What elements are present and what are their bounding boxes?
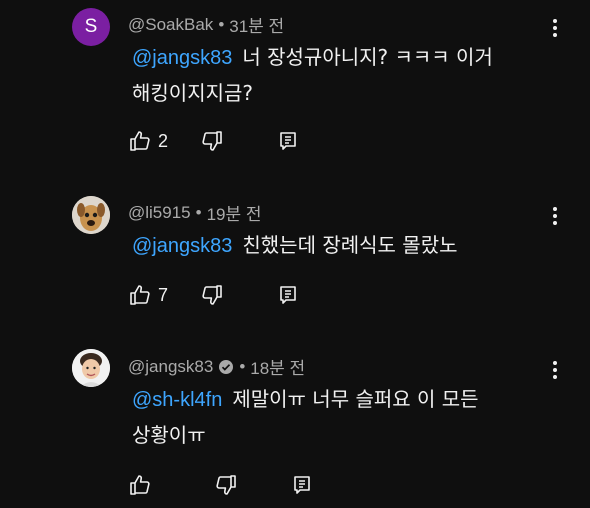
thumbs-down-icon [202, 131, 222, 151]
reply-icon [294, 476, 310, 494]
dog-avatar-icon [72, 196, 110, 234]
thumbs-down-icon [216, 475, 236, 495]
reply-icon [280, 132, 296, 150]
more-actions-button[interactable] [545, 14, 565, 42]
timestamp[interactable]: 19분 전 [207, 200, 262, 225]
avatar-letter: S [84, 16, 98, 37]
comment-actions: 7 [128, 280, 300, 310]
like-count: 7 [158, 284, 169, 305]
comment-actions [128, 470, 314, 500]
comment-header: @jangsk83 • 18분 전 [128, 354, 305, 379]
comment-text-line: 상황이ㅠ [132, 423, 206, 447]
comment-text: @sh-kl4fn 제말이ㅠ 너무 슬퍼요 이 모든 상황이ㅠ [132, 382, 552, 453]
mention-link[interactable]: @jangsk83 [132, 235, 232, 257]
thumbs-up-icon [130, 475, 150, 495]
like-button[interactable]: 2 [128, 129, 168, 153]
reply-icon [280, 286, 296, 304]
more-actions-button[interactable] [545, 356, 565, 384]
comment-text-line: 제말이ㅠ 너무 슬퍼요 이 모든 [232, 387, 479, 411]
thumbs-down-icon [202, 285, 222, 305]
reply-button[interactable] [276, 129, 300, 153]
dislike-button[interactable] [200, 129, 224, 153]
reply-button[interactable] [290, 473, 314, 497]
comment-text-line: 친했는데 장례식도 몰랐노 [242, 233, 458, 257]
separator-dot: • [218, 14, 225, 34]
timestamp[interactable]: 18분 전 [250, 354, 305, 379]
separator-dot: • [239, 356, 246, 376]
dislike-button[interactable] [214, 473, 238, 497]
comment-text-line: 해킹이지지금? [132, 81, 254, 105]
author-name[interactable]: @SoakBak [128, 15, 213, 35]
comment-text: @jangsk83 너 장성규아니지? ㅋㅋㅋ 이거 해킹이지지금? [132, 40, 552, 111]
like-button[interactable]: 7 [128, 283, 168, 307]
comment-actions: 2 [128, 126, 300, 156]
more-actions-button[interactable] [545, 202, 565, 230]
comment-text: @jangsk83 친했는데 장례식도 몰랐노 [132, 228, 552, 264]
kebab-menu-icon [553, 19, 557, 37]
avatar[interactable] [72, 196, 110, 234]
thumbs-up-icon [130, 131, 150, 151]
comment-header: @SoakBak • 31분 전 [128, 12, 284, 37]
kebab-menu-icon [553, 207, 557, 225]
verified-badge [218, 359, 234, 375]
timestamp[interactable]: 31분 전 [229, 12, 284, 37]
mention-link[interactable]: @jangsk83 [132, 47, 232, 69]
like-count: 2 [158, 130, 169, 151]
avatar[interactable] [72, 349, 110, 387]
mention-link[interactable]: @sh-kl4fn [132, 389, 222, 411]
separator-dot: • [195, 202, 202, 222]
comment-text-line: 너 장성규아니지? ㅋㅋㅋ 이거 [242, 45, 493, 69]
like-button[interactable] [128, 473, 158, 497]
dislike-button[interactable] [200, 283, 224, 307]
person-avatar-icon [72, 349, 110, 387]
verified-check-icon [219, 359, 234, 374]
thumbs-up-icon [130, 285, 150, 305]
avatar[interactable]: S [72, 8, 110, 46]
comment-header: @li5915 • 19분 전 [128, 200, 262, 225]
author-name[interactable]: @jangsk83 [128, 357, 213, 377]
reply-button[interactable] [276, 283, 300, 307]
author-name[interactable]: @li5915 [128, 203, 191, 223]
kebab-menu-icon [553, 361, 557, 379]
